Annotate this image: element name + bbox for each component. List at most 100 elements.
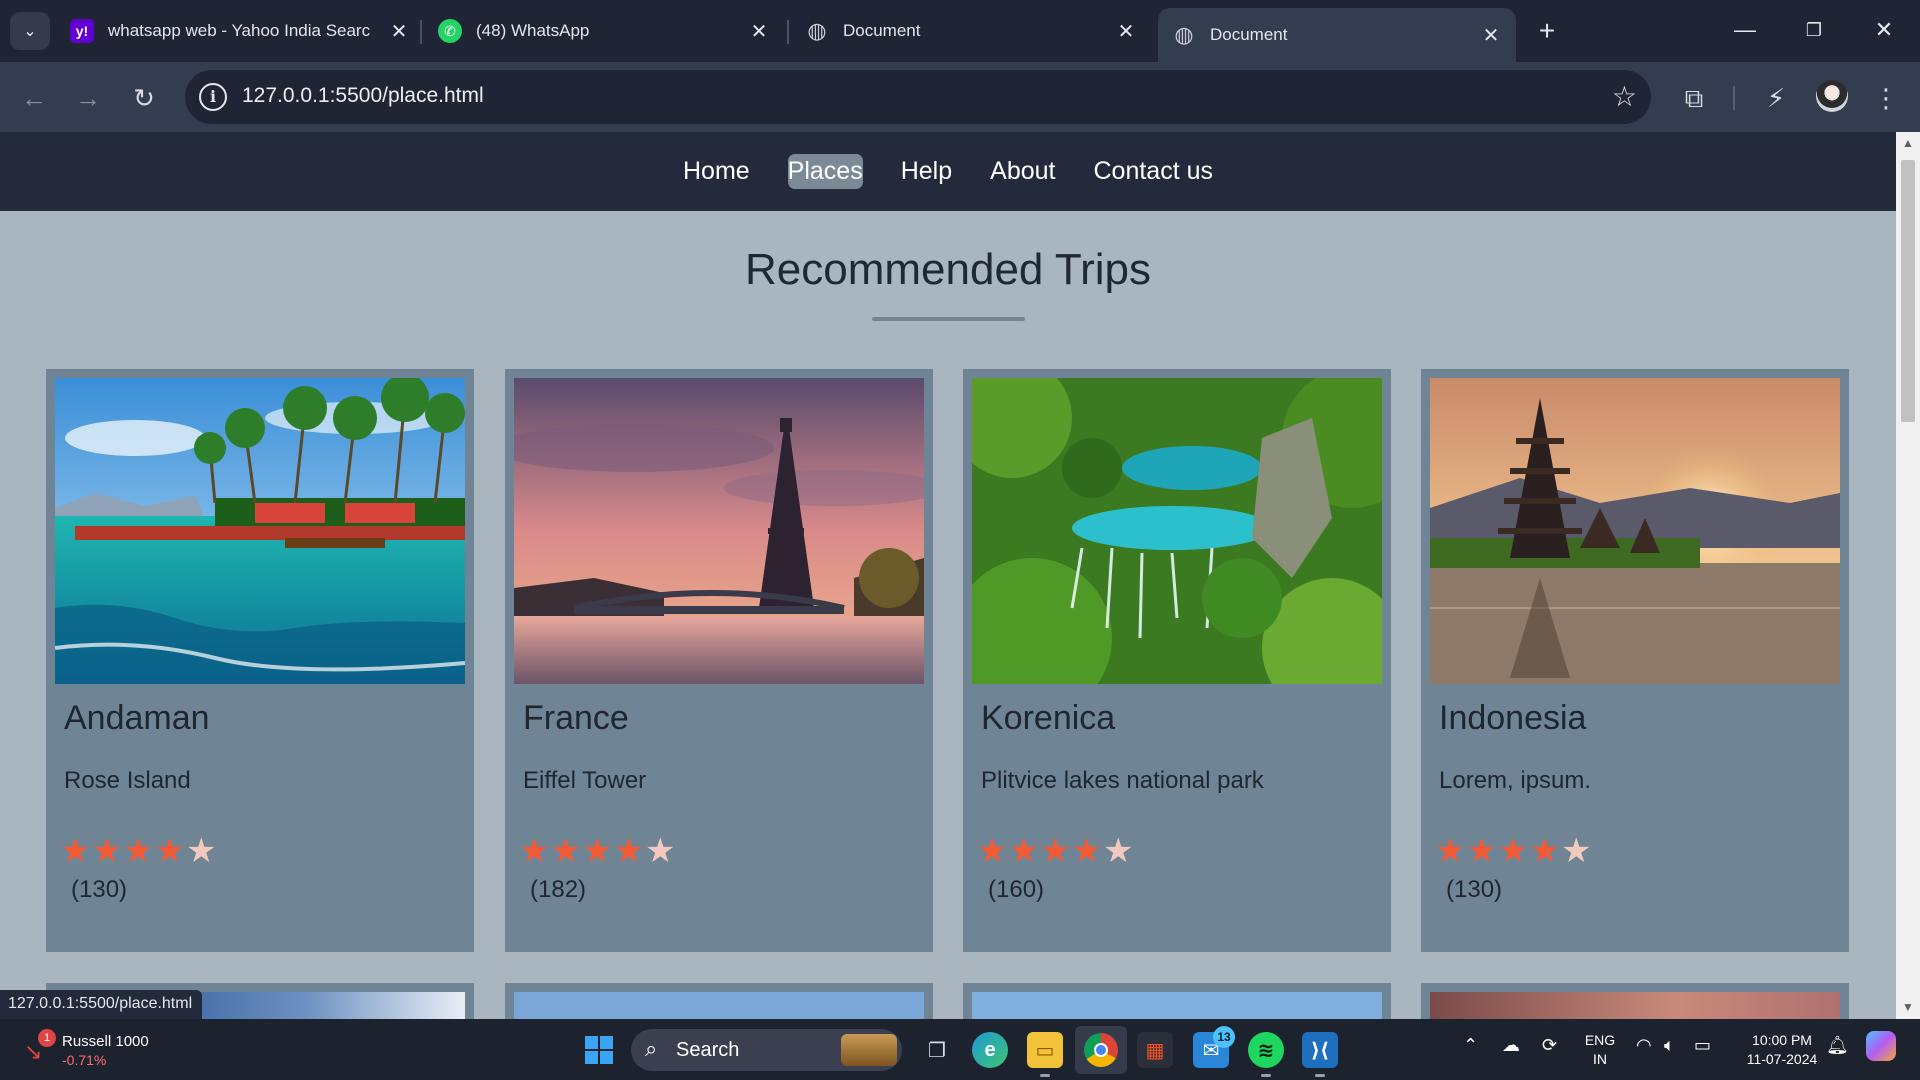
page-scrollbar[interactable]: ▲ ▼ xyxy=(1896,132,1920,1019)
scrollbar-thumb[interactable] xyxy=(1901,160,1915,422)
tab-document-active[interactable]: ◍ Document ✕ xyxy=(1158,8,1516,62)
wifi-icon[interactable]: ◠ xyxy=(1636,1035,1652,1056)
spotify-icon[interactable]: ≋ xyxy=(1248,1032,1284,1077)
tab-title: whatsapp web - Yahoo India Searc xyxy=(108,21,371,40)
close-icon[interactable]: ✕ xyxy=(1115,19,1137,44)
stock-name: Russell 1000 xyxy=(62,1033,149,1050)
tab-document[interactable]: ◍ Document ✕ xyxy=(805,10,1137,52)
card-subtitle: Plitvice lakes national park xyxy=(981,767,1264,794)
back-button[interactable]: ← xyxy=(14,78,54,118)
trip-card[interactable]: France Eiffel Tower ★★★★★ (182) xyxy=(505,369,933,952)
edge-browser-icon[interactable]: e xyxy=(972,1032,1008,1068)
card-title: France xyxy=(523,699,629,737)
globe-icon: ◍ xyxy=(1174,22,1194,47)
star-filled-icon: ★ xyxy=(1071,832,1103,870)
volume-icon[interactable]: 🔈︎ xyxy=(1664,1035,1675,1056)
taskbar: ↘ 1 Russell 1000 -0.71% ⌕ Search ❐ e ▭ ▦… xyxy=(0,1019,1920,1080)
toolbar-separator xyxy=(1733,86,1735,110)
star-empty-icon: ★ xyxy=(185,832,218,870)
bookmark-star-icon[interactable]: ☆ xyxy=(1612,80,1637,113)
close-icon[interactable]: ✕ xyxy=(748,19,770,44)
address-bar[interactable]: i 127.0.0.1:5500/place.html ☆ xyxy=(185,70,1651,124)
trip-card[interactable]: Indonesia Lorem, ipsum. ★★★★★ (130) xyxy=(1421,369,1849,952)
vscode-icon[interactable]: ⟩⟨ xyxy=(1302,1032,1338,1077)
chrome-icon[interactable] xyxy=(1075,1026,1127,1074)
tab-whatsapp[interactable]: ✆ (48) WhatsApp ✕ xyxy=(438,10,770,52)
start-button[interactable] xyxy=(585,1036,613,1064)
extensions-icon[interactable]: ⧉ xyxy=(1674,78,1714,118)
task-view-icon[interactable]: ❐ xyxy=(919,1032,955,1068)
page-title: Recommended Trips xyxy=(745,245,1151,294)
card-subtitle: Lorem, ipsum. xyxy=(1439,767,1592,794)
tab-title: Document xyxy=(1210,25,1288,44)
more-menu-icon[interactable]: ⋮ xyxy=(1866,78,1906,118)
chevron-up-icon[interactable]: ⌃ xyxy=(1463,1035,1478,1056)
star-filled-icon: ★ xyxy=(519,832,551,870)
whatsapp-icon: ✆ xyxy=(438,19,462,43)
tab-yahoo-search[interactable]: y! whatsapp web - Yahoo India Searc ✕ xyxy=(70,10,410,52)
tab-search-button[interactable]: ⌄ xyxy=(10,12,50,50)
clock[interactable]: 10:00 PM 11-07-2024 xyxy=(1730,1031,1834,1069)
nav-places-link[interactable]: Places xyxy=(787,154,863,189)
waterfall-lakes-image xyxy=(972,378,1382,684)
nav-help-link[interactable]: Help xyxy=(901,154,952,189)
site-info-icon[interactable]: i xyxy=(199,83,227,111)
forward-button[interactable]: → xyxy=(68,78,108,118)
chevron-down-icon: ⌄ xyxy=(23,23,37,40)
title-underline xyxy=(872,317,1025,321)
copilot-icon[interactable] xyxy=(1866,1031,1896,1061)
star-filled-icon: ★ xyxy=(1497,832,1530,870)
star-filled-icon: ★ xyxy=(91,832,123,870)
new-tab-button[interactable]: + xyxy=(1532,14,1562,48)
close-icon[interactable]: ✕ xyxy=(388,19,410,44)
tropical-beach-image xyxy=(55,378,465,684)
taskbar-search[interactable]: ⌕ Search xyxy=(631,1029,902,1071)
review-count: (182) xyxy=(530,876,587,903)
address-url[interactable]: 127.0.0.1:5500/place.html xyxy=(242,84,484,108)
card-title: Andaman xyxy=(64,699,210,737)
star-rating: ★★★★★ xyxy=(519,831,676,871)
temple-lake-sunset-image xyxy=(1430,378,1840,684)
sync-icon[interactable]: ⟳ xyxy=(1542,1035,1557,1056)
reload-button[interactable]: ↻ xyxy=(124,78,164,118)
restore-button[interactable]: ❐ xyxy=(1786,10,1842,50)
stock-change: -0.71% xyxy=(62,1052,107,1068)
scroll-down-arrow-icon[interactable]: ▼ xyxy=(1896,1000,1920,1014)
window-close-button[interactable]: ✕ xyxy=(1856,10,1912,50)
file-explorer-icon[interactable]: ▭ xyxy=(1027,1032,1063,1077)
site-navbar: Home Places Help About Contact us xyxy=(0,132,1896,211)
star-empty-icon: ★ xyxy=(1102,832,1135,870)
search-label: Search xyxy=(676,1039,740,1061)
running-indicator xyxy=(1261,1074,1271,1077)
star-filled-icon: ★ xyxy=(154,832,186,870)
nav-home-link[interactable]: Home xyxy=(683,154,750,189)
star-filled-icon: ★ xyxy=(977,832,1009,870)
star-filled-icon: ★ xyxy=(122,832,155,870)
trip-card[interactable]: Korenica Plitvice lakes national park ★★… xyxy=(963,369,1391,952)
language-indicator[interactable]: ENG IN xyxy=(1580,1031,1620,1069)
eiffel-tower-sunset-image xyxy=(514,378,924,684)
tab-separator xyxy=(787,20,789,44)
running-indicator xyxy=(1040,1074,1050,1077)
star-filled-icon: ★ xyxy=(1039,832,1072,870)
mail-icon[interactable]: ✉ 13 xyxy=(1193,1026,1235,1068)
notification-bell-icon[interactable]: 🔔︎ xyxy=(1826,1035,1849,1056)
nav-about-link[interactable]: About xyxy=(990,154,1055,189)
chrome-logo xyxy=(1084,1033,1118,1067)
card-subtitle: Rose Island xyxy=(64,767,191,794)
onedrive-icon[interactable]: ☁ xyxy=(1502,1035,1520,1056)
scroll-up-arrow-icon[interactable]: ▲ xyxy=(1896,136,1920,150)
profile-avatar[interactable] xyxy=(1816,80,1848,112)
performance-icon[interactable]: ⚡ xyxy=(1756,78,1796,118)
minimize-button[interactable]: — xyxy=(1717,10,1773,50)
battery-icon[interactable]: ▭ xyxy=(1694,1035,1711,1056)
review-count: (130) xyxy=(71,876,128,903)
clock-date: 11-07-2024 xyxy=(1746,1051,1818,1067)
running-indicator xyxy=(1315,1074,1325,1077)
close-icon[interactable]: ✕ xyxy=(1480,23,1502,48)
star-filled-icon: ★ xyxy=(1435,832,1467,870)
nav-contact-link[interactable]: Contact us xyxy=(1093,154,1213,189)
star-empty-icon: ★ xyxy=(644,832,677,870)
microsoft-store-icon[interactable]: ▦ xyxy=(1137,1032,1173,1068)
trip-card[interactable]: Andaman Rose Island ★★★★★ (130) xyxy=(46,369,474,952)
